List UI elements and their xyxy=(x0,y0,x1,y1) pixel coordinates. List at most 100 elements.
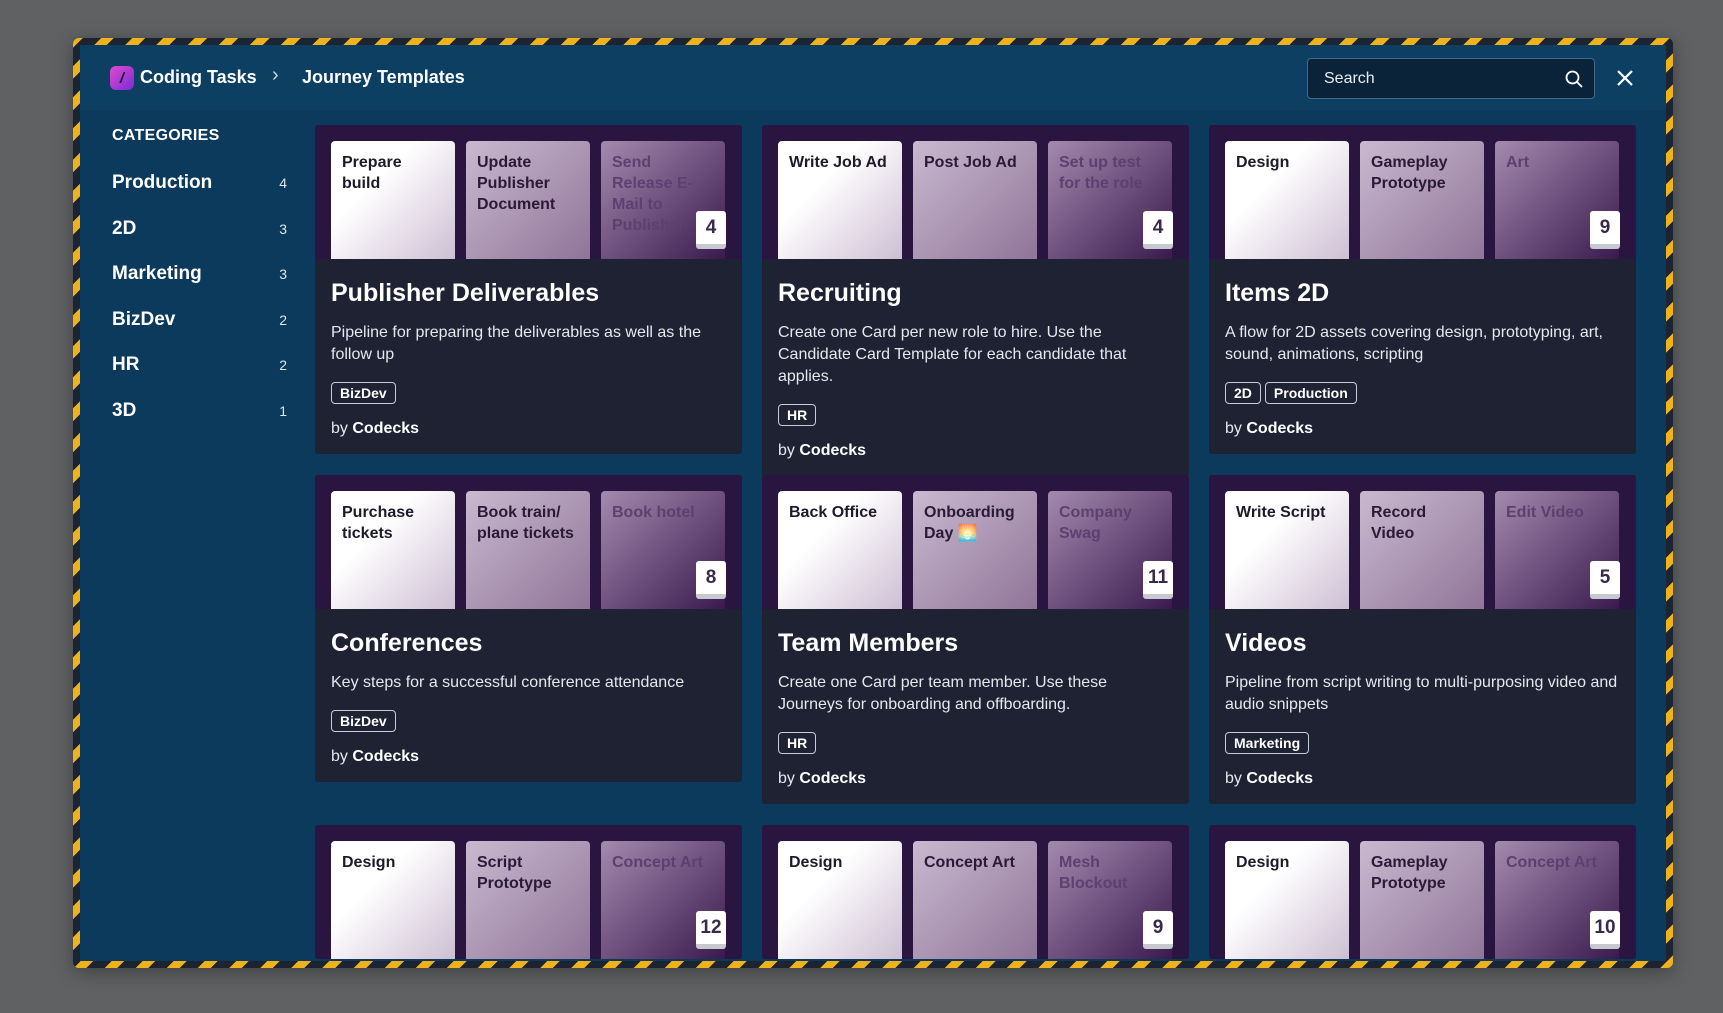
card-preview: Design Gameplay Prototype Concept Art 10 xyxy=(1209,825,1636,959)
sidebar-item-3d[interactable]: 3D 1 xyxy=(112,396,287,426)
author-name: Codecks xyxy=(352,420,420,437)
card-author: by Codecks xyxy=(331,420,726,438)
category-tag: Marketing xyxy=(1225,732,1310,754)
preview-card: Gameplay Prototype xyxy=(1360,841,1484,959)
template-card[interactable]: Back Office Onboarding Day 🌅 Company Swag 1… xyxy=(762,475,1189,804)
preview-card: Record Video xyxy=(1360,491,1484,609)
card-count-badge: 5 xyxy=(1590,561,1620,599)
card-tags: 2D Production xyxy=(1225,382,1620,404)
close-button[interactable] xyxy=(1610,63,1640,93)
author-name: Codecks xyxy=(1246,420,1314,437)
card-title: Publisher Deliverables xyxy=(331,279,600,307)
category-tag: HR xyxy=(778,732,817,754)
card-description: Create one Card per team member. Use the… xyxy=(778,674,1108,713)
card-body: Publisher Deliverables Pipeline for prepa… xyxy=(315,259,742,454)
card-description: Create one Card per new role to hire. Us… xyxy=(778,324,1127,385)
preview-card: Design xyxy=(331,841,455,959)
preview-card: Gameplay Prototype xyxy=(1360,141,1484,259)
card-preview: Purchase tickets Book train/ plane ticket… xyxy=(315,475,742,609)
author-name: Codecks xyxy=(1246,770,1314,787)
sidebar-item-label: Marketing xyxy=(112,263,202,284)
card-body: Conferences Key steps for a successful co… xyxy=(315,609,742,782)
template-card[interactable]: Design Script Prototype Concept Art 12 xyxy=(315,825,742,959)
author-name: Codecks xyxy=(799,442,867,459)
sidebar-item-count: 2 xyxy=(279,311,287,328)
sidebar-item-label: 2D xyxy=(112,217,137,239)
card-preview: Prepare build Update Publisher Document Se… xyxy=(315,125,742,259)
preview-card: Post Job Ad xyxy=(913,141,1037,259)
card-title: Conferences xyxy=(331,629,483,657)
template-card[interactable]: Design Concept Art Mesh Blockout 9 xyxy=(762,825,1189,959)
card-tags: BizDev xyxy=(331,382,726,404)
card-count-badge: 11 xyxy=(1143,561,1173,599)
card-count-badge: 9 xyxy=(1590,211,1620,249)
card-body: Recruiting Create one Card per new role t… xyxy=(762,259,1189,476)
card-author: by Codecks xyxy=(1225,770,1620,788)
category-tag: BizDev xyxy=(331,710,396,732)
author-prefix: by xyxy=(1225,770,1242,787)
category-tag: BizDev xyxy=(331,382,396,404)
card-description: Pipeline for preparing the deliverables … xyxy=(331,324,701,363)
card-body: Items 2D A flow for 2D assets covering de… xyxy=(1209,259,1636,454)
preview-card: Design xyxy=(1225,841,1349,959)
sidebar-item-production[interactable]: Production 4 xyxy=(112,168,287,198)
card-title: Items 2D xyxy=(1225,279,1330,307)
card-preview: Design Concept Art Mesh Blockout 9 xyxy=(762,825,1189,959)
card-description: Key steps for a successful conference at… xyxy=(331,674,685,691)
sidebar: CATEGORIES Production 4 2D 3 Marketing 3 BizDe… xyxy=(80,110,305,961)
template-card[interactable]: Prepare build Update Publisher Document Se… xyxy=(315,125,742,454)
preview-card: Back Office xyxy=(778,491,902,609)
card-count-badge: 12 xyxy=(696,911,726,949)
journey-templates-window: / Coding Tasks › Journey Templates CATEG… xyxy=(80,45,1666,961)
card-body: Videos Pipeline from script writing to mu… xyxy=(1209,609,1636,804)
author-prefix: by xyxy=(331,748,348,765)
card-tags: HR xyxy=(778,732,1173,754)
card-title: Videos xyxy=(1225,629,1307,657)
sidebar-item-marketing[interactable]: Marketing 3 xyxy=(112,259,287,289)
close-icon xyxy=(1617,70,1633,86)
header: / Coding Tasks › Journey Templates xyxy=(80,45,1666,110)
card-title: Recruiting xyxy=(778,279,902,307)
card-count-badge: 4 xyxy=(696,211,726,249)
template-card[interactable]: Purchase tickets Book train/ plane ticket… xyxy=(315,475,742,782)
template-card[interactable]: Design Gameplay Prototype Art 9 Items 2D A fl… xyxy=(1209,125,1636,454)
preview-card: Concept Art xyxy=(913,841,1037,959)
author-prefix: by xyxy=(778,442,795,459)
card-tags: HR xyxy=(778,404,1173,426)
preview-card: Onboarding Day 🌅 xyxy=(913,491,1037,609)
card-author: by Codecks xyxy=(1225,420,1620,438)
card-title: Team Members xyxy=(778,629,959,657)
template-card[interactable]: Write Job Ad Post Job Ad Set up test for t… xyxy=(762,125,1189,476)
search-icon[interactable] xyxy=(1554,59,1594,98)
author-prefix: by xyxy=(778,770,795,787)
author-name: Codecks xyxy=(352,748,420,765)
card-author: by Codecks xyxy=(778,442,1173,460)
card-count-badge: 10 xyxy=(1590,911,1620,949)
category-tag: 2D xyxy=(1225,382,1261,404)
author-prefix: by xyxy=(331,420,348,437)
preview-card: Book train/ plane tickets xyxy=(466,491,590,609)
sidebar-item-bizdev[interactable]: BizDev 2 xyxy=(112,305,287,335)
category-tag: HR xyxy=(778,404,817,426)
preview-card: Design xyxy=(1225,141,1349,259)
breadcrumb-workspace[interactable]: Coding Tasks xyxy=(140,67,257,88)
sidebar-item-label: Production xyxy=(112,172,213,193)
card-preview: Back Office Onboarding Day 🌅 Company Swag 1… xyxy=(762,475,1189,609)
sidebar-item-count: 3 xyxy=(279,220,287,237)
template-card[interactable]: Design Gameplay Prototype Concept Art 10 xyxy=(1209,825,1636,959)
breadcrumb-current: Journey Templates xyxy=(302,67,465,87)
card-preview: Design Gameplay Prototype Art 9 xyxy=(1209,125,1636,259)
preview-card: Prepare build xyxy=(331,141,455,259)
card-preview: Write Script Record Video Edit Video 5 xyxy=(1209,475,1636,609)
category-tag: Production xyxy=(1264,382,1357,404)
search-input[interactable] xyxy=(1308,59,1554,98)
card-preview: Write Job Ad Post Job Ad Set up test for t… xyxy=(762,125,1189,259)
template-card[interactable]: Write Script Record Video Edit Video 5 Video… xyxy=(1209,475,1636,804)
sidebar-item-label: BizDev xyxy=(112,308,176,330)
preview-card: Script Prototype xyxy=(466,841,590,959)
sidebar-item-hr[interactable]: HR 2 xyxy=(112,350,287,380)
preview-card: Purchase tickets xyxy=(331,491,455,609)
sidebar-item-count: 3 xyxy=(279,266,287,282)
search-box[interactable] xyxy=(1307,58,1595,99)
sidebar-item-2d[interactable]: 2D 3 xyxy=(112,214,287,244)
